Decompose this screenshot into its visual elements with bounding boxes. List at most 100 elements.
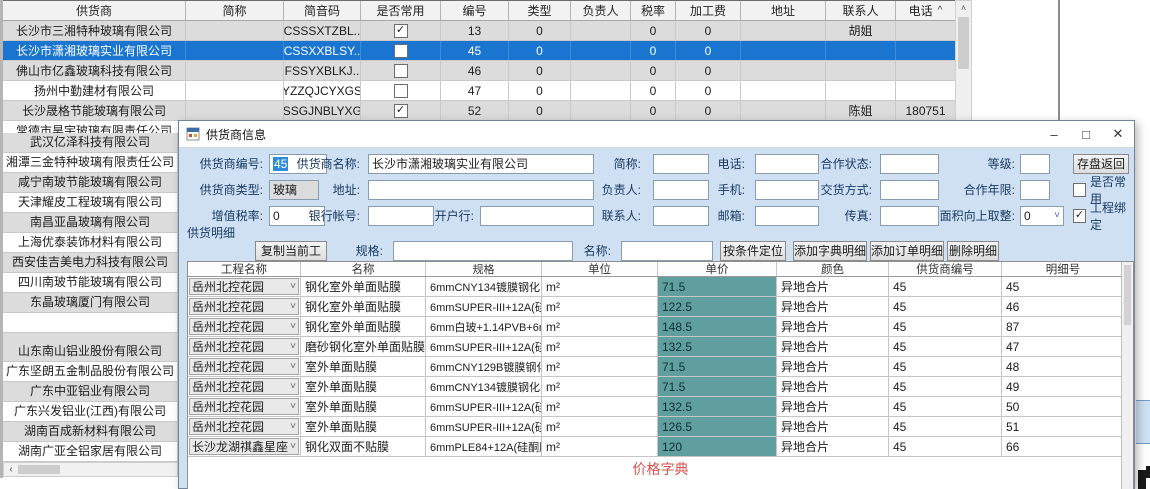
cell-supplier-no[interactable]: 45 [889, 377, 1002, 396]
list-item[interactable]: 东晶玻璃厦门有限公司 [3, 293, 178, 313]
often-used-checkbox[interactable]: 是否常用 [1073, 180, 1134, 200]
cell-detail-no[interactable]: 45 [1002, 277, 1124, 296]
common-checkbox[interactable] [394, 64, 408, 78]
cell-unit[interactable]: m² [542, 417, 658, 436]
cell-item-name[interactable]: 磨砂钢化室外单面贴膜 [301, 337, 426, 356]
table-row[interactable]: 佛山市亿鑫玻璃科技有限公司 FSSYXBLKJ.. 46 0 0 0 [3, 61, 955, 81]
project-bind-checkbox[interactable]: 工程绑定 [1073, 206, 1134, 226]
column-header-manager[interactable]: 负责人 [571, 1, 631, 20]
cell-spec[interactable]: 6mm白玻+1.14PVB+6mm... [426, 317, 542, 336]
cell-unit[interactable]: m² [542, 317, 658, 336]
cell-supplier-no[interactable]: 45 [889, 397, 1002, 416]
detail-row[interactable]: 岳州北控花园˅ 钢化室外单面贴膜 6mmCNY134镀膜钢化 m² 71.5 异… [188, 277, 1133, 297]
cell-unit[interactable]: m² [542, 437, 658, 456]
cell-detail-no[interactable]: 47 [1002, 337, 1124, 356]
column-header-phone[interactable]: 电话^ [896, 1, 955, 20]
cell-unit-price[interactable]: 71.5 [658, 357, 777, 376]
cell-item-name[interactable]: 室外单面贴膜 [301, 417, 426, 436]
list-item[interactable]: 广东兴发铝业(江西)有限公司 [3, 402, 178, 422]
detail-row[interactable]: 岳州北控花园˅ 室外单面贴膜 6mmCNY134镀膜钢化 m² 71.5 异地合… [188, 377, 1133, 397]
cell-item-name[interactable]: 室外单面贴膜 [301, 377, 426, 396]
column-header-supplier[interactable]: 供货商 [3, 1, 186, 20]
cell-supplier-no[interactable]: 45 [889, 317, 1002, 336]
delete-detail-button[interactable]: 删除明细 [947, 241, 999, 261]
list-item[interactable]: 广东中亚铝业有限公司 [3, 382, 178, 402]
cell-project-combobox[interactable]: 岳州北控花园˅ [188, 397, 301, 416]
cell-color[interactable]: 异地合片 [777, 377, 889, 396]
cell-supplier-no[interactable]: 45 [889, 437, 1002, 456]
detail-row[interactable]: 长沙龙湖祺鑫星座˅ 钢化双面不贴膜 6mmPLE84+12A(硅酮胶... m²… [188, 437, 1133, 457]
cell-spec[interactable]: 6mmSUPER-III+12A(硅... [426, 297, 542, 316]
dialog-titlebar[interactable]: 供货商信息 – □ ✕ [179, 121, 1134, 148]
cell-spec[interactable]: 6mmCNY134镀膜钢化 [426, 377, 542, 396]
list-item[interactable]: 武汉亿泽科技有限公司 [3, 133, 178, 153]
cell-unit[interactable]: m² [542, 397, 658, 416]
cell-item-name[interactable]: 室外单面贴膜 [301, 397, 426, 416]
scrollbar-thumb[interactable] [1124, 265, 1131, 325]
spec-filter-input[interactable] [393, 241, 573, 261]
save-return-button[interactable]: 存盘返回 [1073, 154, 1129, 174]
area-round-select[interactable]: 0˅ [1020, 206, 1064, 226]
detail-row[interactable]: 岳州北控花园˅ 磨砂钢化室外单面贴膜 6mmSUPER-III+12A(硅...… [188, 337, 1133, 357]
column-header-color[interactable]: 颜色 [777, 262, 889, 276]
list-item[interactable]: 南昌亚晶玻璃有限公司 [3, 213, 178, 233]
cell-spec[interactable]: 6mmSUPER-III+12A(硅... [426, 397, 542, 416]
cell-unit-price[interactable]: 71.5 [658, 277, 777, 296]
cell-detail-no[interactable]: 51 [1002, 417, 1124, 436]
bank-input[interactable] [480, 206, 594, 226]
cell-detail-no[interactable]: 66 [1002, 437, 1124, 456]
checkbox-icon[interactable] [1073, 209, 1086, 223]
column-header-contact[interactable]: 联系人 [826, 1, 896, 20]
column-header-abbr[interactable]: 简称 [186, 1, 284, 20]
add-dictionary-detail-button[interactable]: 添加字典明细 [793, 241, 867, 261]
detail-row[interactable]: 岳州北控花园˅ 室外单面贴膜 6mmSUPER-III+12A(硅... m² … [188, 417, 1133, 437]
cell-detail-no[interactable]: 49 [1002, 377, 1124, 396]
column-header-tax[interactable]: 税率 [631, 1, 676, 20]
cell-color[interactable]: 异地合片 [777, 357, 889, 376]
cell-supplier-no[interactable]: 45 [889, 357, 1002, 376]
close-button[interactable]: ✕ [1102, 122, 1134, 147]
cell-unit[interactable]: m² [542, 337, 658, 356]
copy-current-project-button[interactable]: 复制当前工程 [255, 241, 327, 261]
grade-input[interactable] [1020, 154, 1050, 174]
cell-item-name[interactable]: 室外单面贴膜 [301, 357, 426, 376]
column-header-spec[interactable]: 规格 [426, 262, 542, 276]
cell-color[interactable]: 异地合片 [777, 397, 889, 416]
cell-color[interactable]: 异地合片 [777, 417, 889, 436]
cell-color[interactable]: 异地合片 [777, 317, 889, 336]
cell-supplier-no[interactable]: 45 [889, 277, 1002, 296]
cell-unit-price[interactable]: 132.5 [658, 397, 777, 416]
cell-item-name[interactable]: 钢化双面不贴膜 [301, 437, 426, 456]
cell-detail-no[interactable]: 87 [1002, 317, 1124, 336]
cell-project-combobox[interactable]: 岳州北控花园˅ [188, 377, 301, 396]
cell-supplier-no[interactable]: 45 [889, 297, 1002, 316]
cell-project-combobox[interactable]: 岳州北控花园˅ [188, 337, 301, 356]
cell-detail-no[interactable]: 50 [1002, 397, 1124, 416]
cell-unit[interactable]: m² [542, 357, 658, 376]
cell-unit-price[interactable]: 71.5 [658, 377, 777, 396]
list-item[interactable]: 广东坚朗五金制品股份有限公司 [3, 362, 178, 382]
cell-color[interactable]: 异地合片 [777, 337, 889, 356]
column-header-price[interactable]: 单价 [658, 262, 777, 276]
column-header-detail-no[interactable]: 明细号 [1002, 262, 1124, 276]
name-filter-input[interactable] [621, 241, 713, 261]
locate-by-condition-button[interactable]: 按条件定位 [720, 241, 786, 261]
cell-spec[interactable]: 6mmSUPER-III+12A(硅... [426, 337, 542, 356]
list-item[interactable]: 湖南百成新材料有限公司 [3, 422, 178, 442]
cell-unit-price[interactable]: 120 [658, 437, 777, 456]
cell-item-name[interactable]: 钢化室外单面贴膜 [301, 297, 426, 316]
cell-project-combobox[interactable]: 岳州北控花园˅ [188, 417, 301, 436]
list-item[interactable]: 西安佳吉美电力科技有限公司 [3, 253, 178, 273]
common-checkbox[interactable] [394, 44, 408, 58]
supplier-type-input[interactable]: 玻璃 [269, 180, 319, 200]
add-order-detail-button[interactable]: 添加订单明细 [870, 241, 944, 261]
cell-item-name[interactable]: 钢化室外单面贴膜 [301, 277, 426, 296]
grid-vertical-scrollbar[interactable] [1121, 262, 1133, 489]
list-item[interactable]: 山东南山铝业股份有限公司 [3, 342, 178, 362]
table-row[interactable]: 扬州中勤建材有限公司 YZZQJCYXGS 47 0 0 0 [3, 81, 955, 101]
list-item[interactable]: 天津耀皮工程玻璃有限公司 [3, 193, 178, 213]
list-item[interactable] [3, 313, 178, 333]
maximize-button[interactable]: □ [1070, 122, 1102, 147]
column-header-code[interactable]: 简音码 [284, 1, 361, 20]
column-header-no[interactable]: 编号 [441, 1, 509, 20]
